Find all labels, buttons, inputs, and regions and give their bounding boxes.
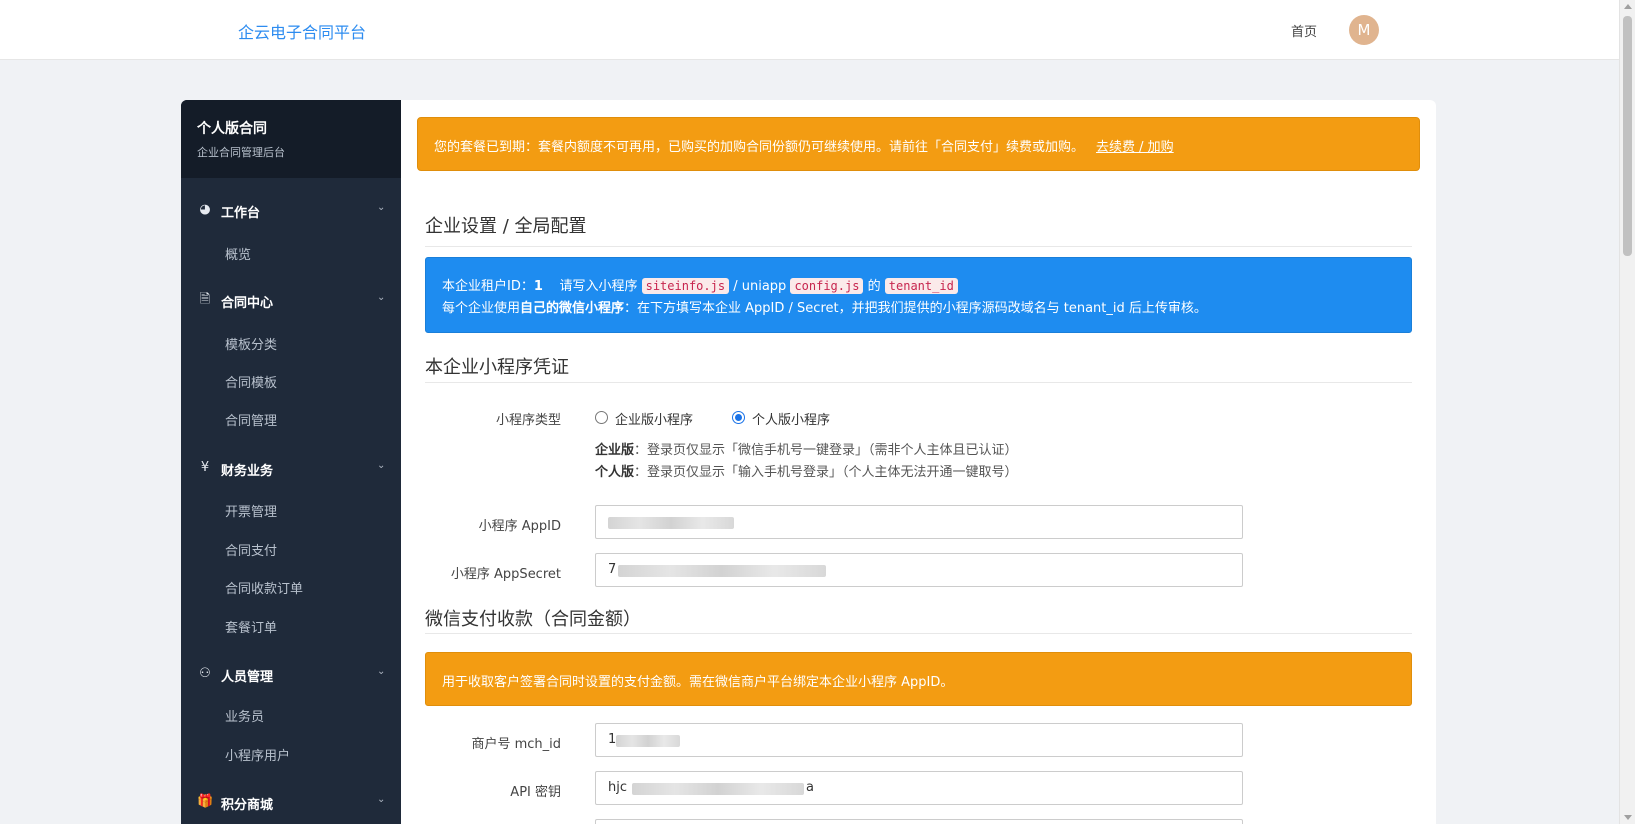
gift-icon: 🎁: [197, 794, 214, 809]
tenant-id-label: 本企业租户ID：: [442, 279, 534, 294]
appid-input[interactable]: [595, 505, 1243, 539]
sidebar: 个人版合同 企业合同管理后台 ◕ 工作台 ⌄ 概览 🗎 合同中心 ⌄ 模板分类 …: [181, 100, 401, 824]
sidebar-item-collection-orders[interactable]: 合同收款订单: [225, 578, 303, 597]
apikey-visible-end: a: [806, 780, 814, 795]
expired-alert: 您的套餐已到期：套餐内额度不可再用，已购买的加购合同份额仍可继续使用。请前往「合…: [417, 117, 1420, 171]
masked-value: [618, 565, 826, 577]
info-of-text: 的: [867, 279, 881, 294]
appsecret-visible-text: 7: [608, 562, 617, 577]
yen-icon: ¥: [200, 460, 210, 475]
sidebar-group-finance[interactable]: ¥ 财务业务 ⌄: [181, 452, 401, 484]
pay-info-text: 用于收取客户签署合同时设置的支付金额。需在微信商户平台绑定本企业小程序 AppI…: [442, 675, 954, 690]
renew-link[interactable]: 去续费 / 加购: [1096, 140, 1174, 155]
masked-value: [632, 783, 804, 795]
chevron-down-icon: ⌄: [377, 666, 386, 677]
mchid-input[interactable]: 1: [595, 723, 1243, 757]
sidebar-group-label: 积分商城: [221, 798, 274, 813]
apikey-visible-start: hjc: [608, 780, 627, 795]
chevron-down-icon: ⌄: [377, 794, 386, 805]
info-line2-bold: 自己的微信小程序: [520, 301, 625, 316]
tenant-id-value: 1: [533, 279, 543, 294]
sidebar-item-miniapp-users[interactable]: 小程序用户: [225, 745, 290, 764]
sidebar-group-contract-center[interactable]: 🗎 合同中心 ⌄: [181, 284, 401, 316]
sidebar-item-salesperson[interactable]: 业务员: [225, 706, 264, 725]
code-siteinfo: siteinfo.js: [641, 278, 730, 294]
appid-label: 小程序 AppID: [478, 519, 561, 534]
sidebar-item-overview[interactable]: 概览: [225, 244, 251, 263]
hint-enterprise: 企业版：登录页仅显示「微信手机号一键登录」（需非个人主体且已认证）: [595, 439, 1018, 458]
apikey-input[interactable]: hjc a: [595, 771, 1243, 805]
sidebar-item-template-category[interactable]: 模板分类: [225, 334, 277, 353]
sidebar-item-contract-management[interactable]: 合同管理: [225, 410, 277, 429]
section-title-pay: 微信支付收款（合同金额）: [425, 609, 641, 630]
sidebar-item-invoice[interactable]: 开票管理: [225, 501, 277, 520]
sidebar-item-package-orders[interactable]: 套餐订单: [225, 617, 277, 636]
sidebar-header: 个人版合同 企业合同管理后台: [181, 100, 401, 178]
scroll-down-icon[interactable]: [1624, 815, 1632, 820]
scroll-thumb[interactable]: [1623, 16, 1632, 256]
tenant-info-line1: 本企业租户ID：1 请写入小程序 siteinfo.js / uniapp co…: [442, 275, 1395, 298]
avatar[interactable]: M: [1349, 15, 1379, 45]
sidebar-title: 个人版合同: [197, 121, 267, 137]
info-line2-suffix: ：在下方填写本企业 AppID / Secret，并把我们提供的小程序源码改域名…: [624, 301, 1207, 316]
sidebar-subtitle: 企业合同管理后台: [197, 146, 285, 159]
divider: [425, 246, 1412, 247]
radio-personal-label[interactable]: 个人版小程序: [752, 409, 830, 428]
hint-personal: 个人版：登录页仅显示「输入手机号登录」（个人主体无法开通一键取号）: [595, 461, 1018, 480]
next-field-input[interactable]: [595, 819, 1243, 824]
code-tenant-id: tenant_id: [884, 278, 958, 294]
scroll-up-icon[interactable]: [1624, 4, 1632, 9]
tenant-info-alert: 本企业租户ID：1 请写入小程序 siteinfo.js / uniapp co…: [425, 257, 1412, 333]
users-icon: ⚇: [199, 666, 211, 681]
home-link[interactable]: 首页: [1291, 21, 1317, 40]
sidebar-group-label: 工作台: [221, 206, 261, 221]
divider: [425, 382, 1412, 383]
chevron-down-icon: ⌄: [377, 292, 386, 303]
sidebar-group-label: 合同中心: [221, 296, 274, 311]
appsecret-label: 小程序 AppSecret: [450, 567, 561, 582]
sidebar-group-workbench[interactable]: ◕ 工作台 ⌄: [181, 194, 401, 226]
radio-personal-miniapp[interactable]: [732, 411, 745, 424]
top-bar: 企云电子合同平台 首页 M: [0, 0, 1619, 60]
code-config: config.js: [790, 278, 864, 294]
content-panel: 您的套餐已到期：套餐内额度不可再用，已购买的加购合同份额仍可继续使用。请前往「合…: [401, 100, 1436, 824]
expired-alert-text: 您的套餐已到期：套餐内额度不可再用，已购买的加购合同份额仍可继续使用。请前往「合…: [434, 140, 1085, 155]
section-title-credentials: 本企业小程序凭证: [425, 357, 569, 378]
hint-enterprise-text: ：登录页仅显示「微信手机号一键登录」（需非个人主体且已认证）: [634, 443, 1018, 458]
sidebar-group-points-mall[interactable]: 🎁 积分商城 ⌄: [181, 786, 401, 818]
info-line2-prefix: 每个企业使用: [442, 301, 521, 316]
appsecret-input[interactable]: 7: [595, 553, 1243, 587]
hint-personal-bold: 个人版: [595, 465, 635, 480]
sidebar-group-label: 财务业务: [221, 464, 274, 479]
apikey-label: API 密钥: [510, 785, 561, 800]
mchid-label: 商户号 mch_id: [471, 737, 561, 752]
chevron-down-icon: ⌄: [377, 202, 386, 213]
info-write-text: 请写入小程序: [559, 279, 638, 294]
divider: [425, 633, 1412, 634]
section-title-global: 企业设置 / 全局配置: [425, 216, 587, 237]
radio-enterprise-label[interactable]: 企业版小程序: [615, 409, 693, 428]
miniapp-type-label: 小程序类型: [495, 413, 561, 428]
hint-enterprise-bold: 企业版: [595, 443, 635, 458]
masked-value: [608, 517, 734, 529]
dashboard-icon: ◕: [199, 202, 211, 217]
sidebar-group-label: 人员管理: [221, 670, 274, 685]
page-scrollbar[interactable]: [1619, 0, 1635, 824]
radio-enterprise-miniapp[interactable]: [595, 411, 608, 424]
document-icon: 🗎: [199, 292, 211, 307]
sidebar-item-contract-payment[interactable]: 合同支付: [225, 540, 277, 559]
tenant-info-line2: 每个企业使用自己的微信小程序：在下方填写本企业 AppID / Secret，并…: [442, 298, 1395, 320]
masked-value: [616, 735, 680, 747]
chevron-down-icon: ⌄: [377, 460, 386, 471]
hint-personal-text: ：登录页仅显示「输入手机号登录」（个人主体无法开通一键取号）: [634, 465, 1018, 480]
sidebar-item-contract-template[interactable]: 合同模板: [225, 372, 277, 391]
info-uniapp-text: / uniapp: [733, 279, 787, 294]
pay-info-alert: 用于收取客户签署合同时设置的支付金额。需在微信商户平台绑定本企业小程序 AppI…: [425, 652, 1412, 706]
brand-title[interactable]: 企云电子合同平台: [238, 19, 366, 43]
sidebar-group-personnel[interactable]: ⚇ 人员管理 ⌄: [181, 658, 401, 690]
